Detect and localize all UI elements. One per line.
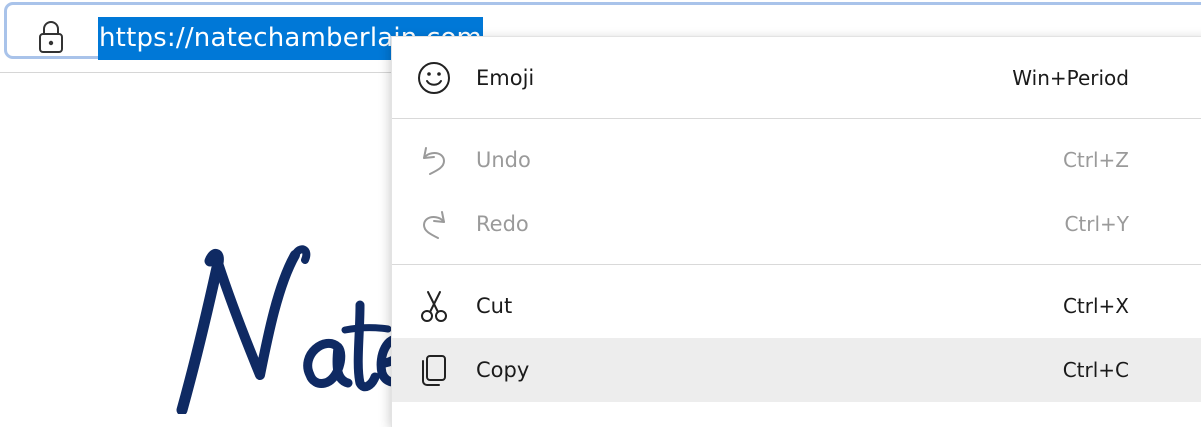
menu-item-copy[interactable]: Copy Ctrl+C	[392, 338, 1201, 402]
menu-item-shortcut: Win+Period	[1012, 66, 1129, 90]
menu-item-label: Undo	[476, 148, 531, 172]
menu-item-label: Cut	[476, 294, 513, 318]
menu-item-shortcut: Ctrl+Z	[1062, 148, 1129, 172]
context-menu: Emoji Win+Period Undo Ctrl+Z Redo Ctrl+Y…	[391, 36, 1201, 427]
redo-icon	[422, 211, 445, 239]
menu-item-shortcut: Ctrl+X	[1062, 294, 1129, 318]
menu-item-label: Emoji	[476, 66, 535, 90]
menu-item-label: Copy	[476, 358, 530, 382]
menu-item-label: Redo	[476, 212, 529, 236]
menu-separator	[392, 118, 1201, 119]
menu-separator	[392, 264, 1201, 265]
emoji-icon	[418, 62, 450, 94]
menu-item-redo[interactable]: Redo Ctrl+Y	[392, 192, 1201, 256]
cut-icon	[421, 291, 447, 322]
menu-item-cut[interactable]: Cut Ctrl+X	[392, 274, 1201, 338]
undo-icon	[423, 147, 446, 175]
copy-icon	[422, 355, 446, 386]
menu-item-undo[interactable]: Undo Ctrl+Z	[392, 128, 1201, 192]
site-logo-signature	[176, 245, 417, 414]
menu-item-shortcut: Ctrl+C	[1062, 358, 1129, 382]
menu-item-emoji[interactable]: Emoji Win+Period	[392, 46, 1201, 110]
menu-item-shortcut: Ctrl+Y	[1064, 212, 1129, 236]
lock-icon[interactable]	[36, 19, 66, 55]
